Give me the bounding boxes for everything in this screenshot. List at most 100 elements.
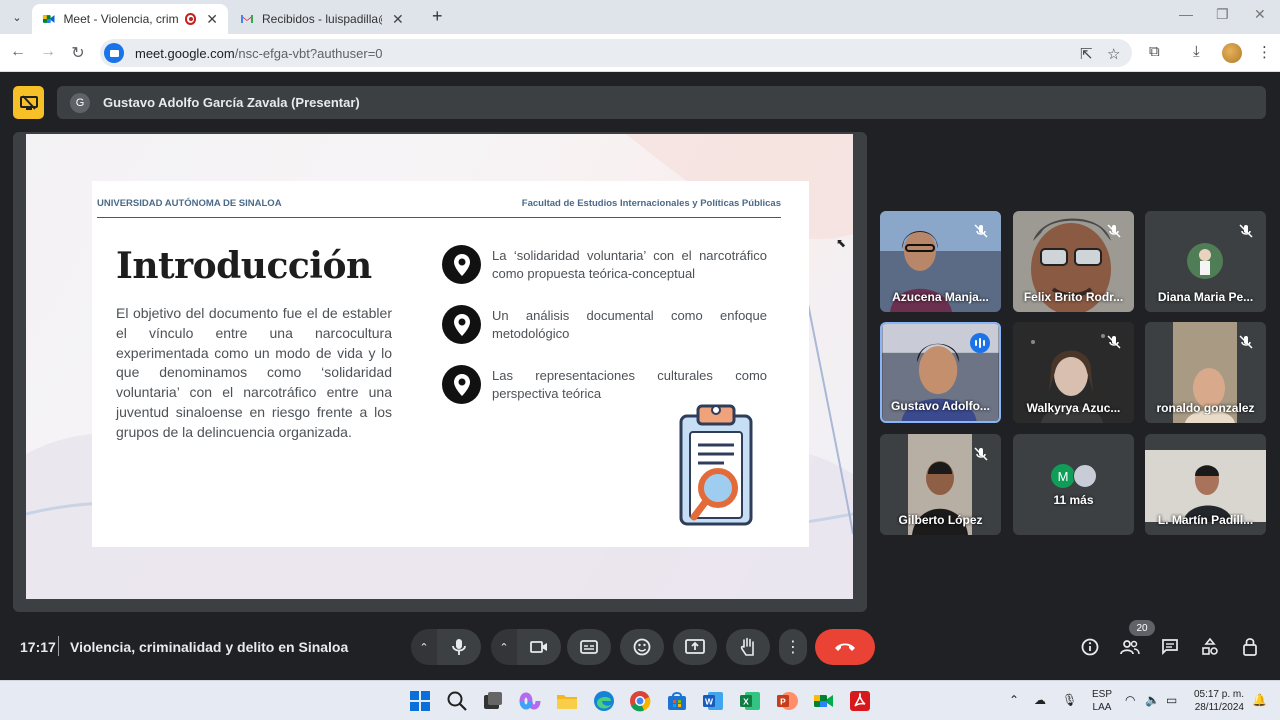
copilot-icon[interactable] bbox=[519, 690, 541, 712]
slide-body-text: El objetivo del documento fue el de esta… bbox=[116, 305, 392, 440]
more-participants-tile[interactable]: M 11 más bbox=[1013, 434, 1134, 535]
present-screen-icon bbox=[685, 639, 705, 654]
emoji-icon bbox=[633, 638, 651, 656]
restore-icon[interactable]: ❐ bbox=[1216, 6, 1229, 23]
bullet-text: Un análisis documental como enfoque meto… bbox=[492, 308, 767, 341]
host-controls-icon[interactable] bbox=[1239, 636, 1261, 658]
powerpoint-icon[interactable]: P bbox=[776, 690, 798, 712]
reactions-button[interactable] bbox=[620, 629, 664, 665]
camera-icon bbox=[530, 641, 547, 653]
reload-icon[interactable]: ↻ bbox=[68, 43, 88, 63]
participant-tile[interactable]: Gilberto López bbox=[880, 434, 1001, 535]
battery-icon[interactable]: ▭ bbox=[1166, 693, 1177, 707]
store-icon[interactable] bbox=[666, 690, 688, 712]
location-pin-icon bbox=[442, 305, 481, 344]
file-explorer-icon[interactable] bbox=[556, 690, 578, 712]
google-meet-icon bbox=[42, 15, 55, 23]
mic-tray-icon[interactable]: 🎙 bbox=[1062, 693, 1077, 707]
input-language[interactable]: ESP LAA bbox=[1092, 688, 1112, 714]
svg-text:X: X bbox=[743, 697, 749, 707]
system-clock[interactable]: 05:17 p. m. 28/11/2024 bbox=[1190, 688, 1244, 714]
tab-gmail[interactable]: Recibidos - luispadilla@uas.edu ✕ bbox=[230, 4, 426, 34]
more-options-button[interactable]: ⋮ bbox=[779, 629, 807, 665]
new-tab-button[interactable]: + bbox=[432, 6, 443, 27]
raise-hand-button[interactable] bbox=[726, 629, 770, 665]
recording-icon bbox=[184, 13, 197, 25]
header-divider bbox=[97, 217, 781, 218]
video-options-button[interactable]: ⌃ bbox=[491, 629, 517, 665]
volume-icon[interactable]: 🔈 bbox=[1145, 693, 1160, 707]
chrome-icon[interactable] bbox=[629, 690, 651, 712]
bullet-item: La ‘solidaridad voluntaria’ con el narco… bbox=[442, 245, 772, 284]
hang-up-icon bbox=[835, 643, 855, 651]
participant-tile[interactable]: Walkyrya Azuc... bbox=[1013, 322, 1134, 423]
participant-tile-active-speaker[interactable]: Gustavo Adolfo... bbox=[880, 322, 1001, 423]
site-info-icon[interactable] bbox=[104, 43, 124, 63]
meet-app-icon[interactable] bbox=[812, 690, 834, 712]
bullet-text: La ‘solidaridad voluntaria’ con el narco… bbox=[492, 248, 767, 281]
forward-icon[interactable]: → bbox=[38, 43, 58, 61]
participant-tile[interactable]: Azucena Manja... bbox=[880, 211, 1001, 312]
search-icon[interactable] bbox=[446, 690, 468, 712]
microphone-button[interactable] bbox=[437, 629, 481, 665]
acrobat-icon[interactable] bbox=[849, 690, 871, 712]
minimize-icon[interactable]: — bbox=[1179, 6, 1193, 22]
participant-name: ronaldo gonzalez bbox=[1156, 401, 1255, 415]
profile-avatar[interactable] bbox=[1222, 43, 1242, 63]
task-view-icon[interactable] bbox=[482, 690, 504, 712]
participant-name: Felix Brito Rodr... bbox=[1023, 290, 1124, 304]
svg-text:W: W bbox=[705, 697, 714, 707]
edge-icon[interactable] bbox=[593, 690, 615, 712]
leave-call-button[interactable] bbox=[815, 629, 875, 665]
audio-options-button[interactable]: ⌃ bbox=[411, 629, 437, 665]
participant-tile[interactable]: Diana Maria Pe... bbox=[1145, 211, 1266, 312]
address-bar[interactable]: meet.google.com/nsc-efga-vbt?authuser=0 … bbox=[100, 39, 1132, 67]
show-hidden-icons-icon[interactable]: ⌃ bbox=[1009, 693, 1019, 707]
camera-button[interactable] bbox=[517, 629, 561, 665]
stop-share-icon bbox=[19, 94, 38, 110]
windows-taskbar: W X P ⌃ ☁ 🎙 ESP LAA ◠ 🔈 ▭ 05:17 p. m. 28/1… bbox=[0, 680, 1280, 720]
participant-tile[interactable]: L. Martín Padill... bbox=[1145, 434, 1266, 535]
close-window-icon[interactable]: ✕ bbox=[1254, 6, 1266, 23]
chat-icon[interactable] bbox=[1159, 636, 1181, 658]
location-pin-icon bbox=[442, 365, 481, 404]
presenter-avatar: G bbox=[70, 92, 90, 113]
meeting-details-icon[interactable] bbox=[1079, 636, 1101, 658]
notification-bell-icon[interactable]: 🔔 bbox=[1252, 693, 1267, 707]
people-icon[interactable] bbox=[1119, 636, 1141, 658]
speaking-indicator-icon bbox=[970, 333, 990, 353]
mouse-cursor-icon: ⬉ bbox=[836, 236, 847, 250]
clipboard-magnifier-icon bbox=[679, 404, 753, 526]
menu-kebab-icon[interactable]: ⋮ bbox=[1257, 43, 1272, 61]
onedrive-icon[interactable]: ☁ bbox=[1034, 693, 1046, 707]
presentation-slide: UNIVERSIDAD AUTÓNOMA DE SINALOA Facultad… bbox=[26, 134, 853, 599]
extensions-icon[interactable]: ⧉ bbox=[1149, 43, 1160, 60]
tab-title: Meet - Violencia, criminalid bbox=[63, 12, 179, 26]
raise-hand-icon bbox=[740, 637, 754, 656]
back-icon[interactable]: ← bbox=[8, 43, 28, 61]
windows-start-icon[interactable] bbox=[409, 690, 431, 712]
excel-icon[interactable]: X bbox=[739, 690, 761, 712]
bullet-item: Un análisis documental como enfoque meto… bbox=[442, 305, 772, 344]
open-in-new-icon[interactable]: ⇱ bbox=[1080, 45, 1093, 63]
bookmark-star-icon[interactable]: ☆ bbox=[1107, 45, 1120, 63]
participant-name: Walkyrya Azuc... bbox=[1026, 401, 1121, 415]
present-screen-button[interactable] bbox=[673, 629, 717, 665]
bullet-text: Las representaciones culturales como per… bbox=[492, 368, 767, 401]
close-tab-icon[interactable]: ✕ bbox=[392, 11, 404, 28]
captions-button[interactable] bbox=[567, 629, 611, 665]
mic-off-icon bbox=[1239, 335, 1253, 349]
close-tab-icon[interactable]: ✕ bbox=[206, 11, 218, 28]
stop-presenting-button[interactable] bbox=[13, 86, 44, 119]
participant-tile[interactable]: Felix Brito Rodr... bbox=[1013, 211, 1134, 312]
word-icon[interactable]: W bbox=[702, 690, 724, 712]
participant-name: Diana Maria Pe... bbox=[1157, 290, 1254, 304]
download-icon[interactable]: ⤓ bbox=[1193, 43, 1200, 60]
tab-search-button[interactable]: ⌄ bbox=[6, 6, 28, 28]
participant-tile[interactable]: ronaldo gonzalez bbox=[1145, 322, 1266, 423]
activities-icon[interactable] bbox=[1199, 636, 1221, 658]
svg-text:P: P bbox=[780, 697, 786, 707]
tab-meet[interactable]: Meet - Violencia, criminalid ✕ bbox=[32, 4, 228, 34]
wifi-icon[interactable]: ◠ bbox=[1125, 693, 1135, 707]
gmail-icon bbox=[241, 15, 253, 23]
